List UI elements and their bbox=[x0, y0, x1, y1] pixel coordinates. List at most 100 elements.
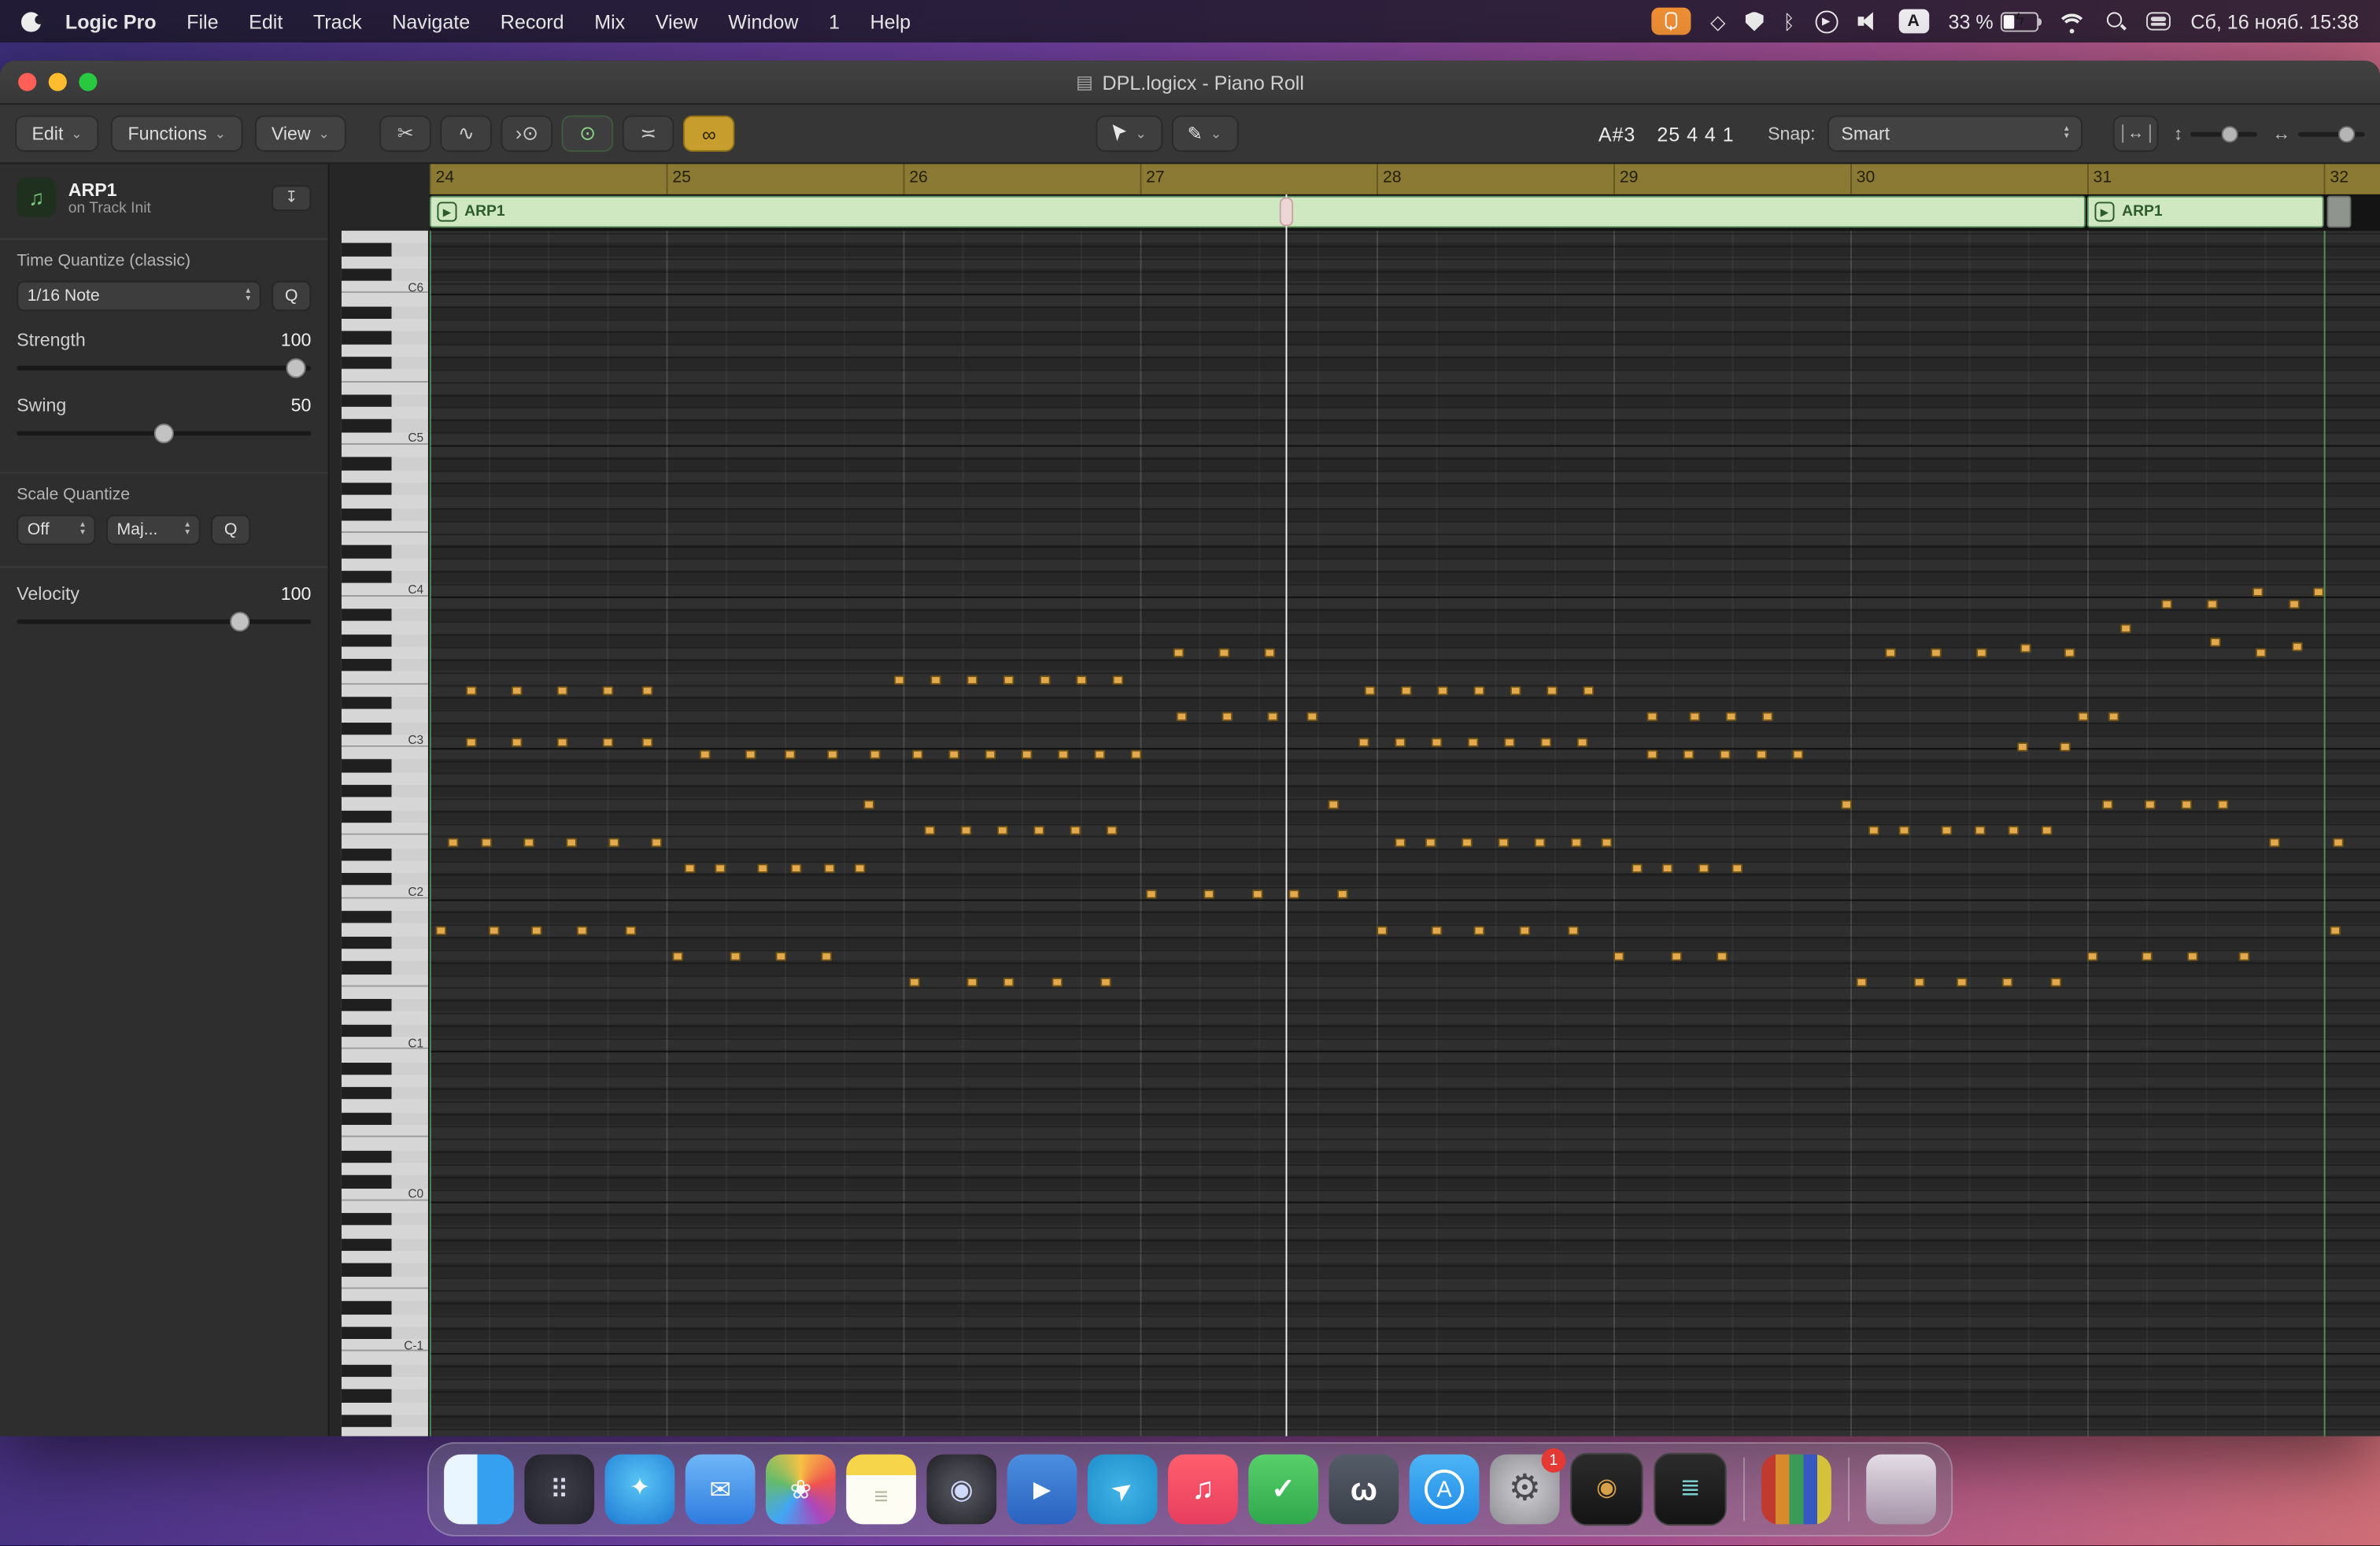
midi-note[interactable] bbox=[1647, 750, 1658, 760]
midi-note[interactable] bbox=[1942, 826, 1953, 835]
piano-key-black[interactable] bbox=[342, 760, 428, 772]
midi-note[interactable] bbox=[1671, 952, 1682, 961]
bluetooth-icon[interactable]: ᛒ bbox=[1783, 11, 1795, 31]
midi-note[interactable] bbox=[855, 864, 866, 873]
midi-note[interactable] bbox=[715, 864, 726, 873]
piano-key-white[interactable]: C6 bbox=[342, 281, 428, 294]
midi-note[interactable] bbox=[1662, 864, 1673, 873]
wifi-icon[interactable] bbox=[2059, 11, 2086, 31]
auto-zoom-button[interactable]: ↔ bbox=[2113, 116, 2159, 152]
midi-note[interactable] bbox=[1899, 826, 1910, 835]
piano-key-white[interactable] bbox=[342, 1289, 428, 1301]
piano-key-white[interactable] bbox=[342, 1377, 428, 1389]
piano-key-black[interactable] bbox=[342, 1301, 428, 1314]
midi-note[interactable] bbox=[1003, 978, 1014, 987]
midi-note[interactable] bbox=[1033, 826, 1044, 835]
midi-note[interactable] bbox=[1288, 890, 1299, 899]
dock-player-icon[interactable]: ▶ bbox=[1007, 1455, 1077, 1525]
midi-note[interactable] bbox=[745, 750, 756, 760]
piano-key-black[interactable] bbox=[342, 1175, 428, 1188]
toolbar-menu-view[interactable]: View⌄ bbox=[255, 116, 346, 152]
midi-note[interactable] bbox=[1003, 675, 1014, 685]
midi-note[interactable] bbox=[1975, 826, 1986, 835]
minimize-button[interactable] bbox=[49, 73, 67, 91]
piano-key-black[interactable] bbox=[342, 420, 428, 432]
midi-note[interactable] bbox=[2289, 600, 2300, 609]
toolbar-menu-edit[interactable]: Edit⌄ bbox=[15, 116, 99, 152]
piano-key-white[interactable] bbox=[342, 344, 428, 357]
piano-key-white[interactable]: C2 bbox=[342, 886, 428, 898]
midi-note[interactable] bbox=[603, 738, 614, 747]
midi-note[interactable] bbox=[577, 926, 588, 935]
piano-key-black[interactable] bbox=[342, 357, 428, 369]
midi-note[interactable] bbox=[1474, 926, 1485, 935]
midi-note[interactable] bbox=[2002, 978, 2013, 987]
midi-note[interactable] bbox=[700, 750, 711, 760]
midi-note[interactable] bbox=[821, 952, 832, 961]
midi-note[interactable] bbox=[967, 978, 978, 987]
midi-note[interactable] bbox=[1113, 675, 1124, 685]
midi-note[interactable] bbox=[1683, 750, 1694, 760]
dock-trash-icon[interactable] bbox=[1866, 1455, 1936, 1525]
midi-note[interactable] bbox=[967, 675, 978, 685]
midi-note[interactable] bbox=[603, 686, 614, 696]
midi-note[interactable] bbox=[1510, 686, 1521, 696]
midi-note[interactable] bbox=[2187, 952, 2198, 961]
midi-note[interactable] bbox=[1931, 649, 1942, 658]
piano-key-white[interactable]: C5 bbox=[342, 432, 428, 445]
midi-note[interactable] bbox=[1377, 926, 1388, 935]
midi-note[interactable] bbox=[2145, 800, 2156, 809]
midi-note[interactable] bbox=[1462, 838, 1473, 848]
midi-note[interactable] bbox=[1520, 926, 1531, 935]
menu-track[interactable]: Track bbox=[298, 10, 377, 33]
midi-note[interactable] bbox=[1499, 838, 1510, 848]
menu-help[interactable]: Help bbox=[855, 10, 926, 33]
midi-note[interactable] bbox=[1841, 800, 1852, 809]
dock-discord-icon[interactable]: ω bbox=[1329, 1455, 1399, 1525]
piano-key-black[interactable] bbox=[342, 1238, 428, 1251]
midi-note[interactable] bbox=[785, 750, 796, 760]
midi-note[interactable] bbox=[1914, 978, 1925, 987]
piano-key-white[interactable] bbox=[342, 495, 428, 508]
midi-note[interactable] bbox=[2042, 826, 2053, 835]
midi-note[interactable] bbox=[2102, 800, 2113, 809]
midi-note[interactable] bbox=[1146, 890, 1157, 899]
piano-key-black[interactable] bbox=[342, 608, 428, 621]
piano-key-black[interactable] bbox=[342, 306, 428, 319]
piano-key-black[interactable] bbox=[342, 1364, 428, 1377]
piano-key-white[interactable] bbox=[342, 369, 428, 382]
midi-note[interactable] bbox=[2292, 642, 2303, 652]
inspector-tray-button[interactable]: ↧ bbox=[272, 184, 311, 210]
scale-root-select[interactable]: Off ▴▾ bbox=[17, 515, 95, 546]
midi-note[interactable] bbox=[1022, 750, 1033, 760]
zoom-button[interactable] bbox=[79, 73, 97, 91]
midi-note[interactable] bbox=[1432, 738, 1443, 747]
midi-note[interactable] bbox=[863, 800, 874, 809]
snap-dropdown[interactable]: Smart ▴▾ bbox=[1828, 116, 2082, 152]
piano-key-white[interactable]: C0 bbox=[342, 1188, 428, 1200]
midi-note[interactable] bbox=[2020, 644, 2031, 653]
piano-key-black[interactable] bbox=[342, 936, 428, 949]
piano-key-white[interactable] bbox=[342, 860, 428, 873]
midi-in-icon[interactable]: ›⊙ bbox=[501, 116, 553, 152]
midi-note[interactable] bbox=[2161, 600, 2172, 609]
piano-key-white[interactable] bbox=[342, 949, 428, 961]
midi-note[interactable] bbox=[1568, 926, 1579, 935]
midi-note[interactable] bbox=[2120, 624, 2131, 634]
piano-key-white[interactable] bbox=[342, 231, 428, 243]
shield-icon[interactable] bbox=[1745, 11, 1763, 31]
midi-note[interactable] bbox=[1100, 978, 1111, 987]
midi-note[interactable] bbox=[2009, 826, 2020, 835]
midi-note[interactable] bbox=[2060, 742, 2071, 752]
piano-key-white[interactable] bbox=[342, 1074, 428, 1087]
playhead[interactable] bbox=[1286, 194, 1288, 1437]
velocity-knob[interactable] bbox=[231, 612, 250, 631]
menu-1[interactable]: 1 bbox=[814, 10, 856, 33]
midi-note[interactable] bbox=[894, 675, 905, 685]
input-source-icon[interactable]: A bbox=[1898, 9, 1929, 34]
midi-note[interactable] bbox=[2252, 587, 2264, 597]
midi-note[interactable] bbox=[642, 686, 653, 696]
midi-note[interactable] bbox=[466, 686, 477, 696]
dock-notes-icon[interactable]: ≡ bbox=[846, 1455, 916, 1525]
dock-music-icon[interactable]: ♫ bbox=[1168, 1455, 1238, 1525]
